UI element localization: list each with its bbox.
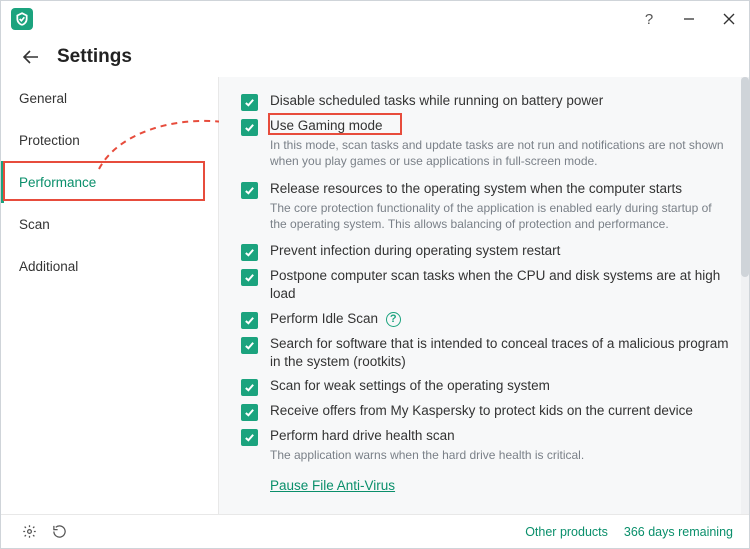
setting-label[interactable]: Release resources to the operating syste…: [270, 180, 735, 198]
setting-row: Receive offers from My Kaspersky to prot…: [241, 399, 735, 424]
setting-row: Release resources to the operating syste…: [241, 177, 735, 240]
sidebar-item-general[interactable]: General: [1, 77, 218, 119]
back-button[interactable]: [17, 43, 45, 71]
help-button[interactable]: ?: [629, 1, 669, 37]
setting-row: Perform hard drive health scan The applic…: [241, 424, 735, 470]
sidebar-item-label: Protection: [19, 133, 80, 148]
help-icon[interactable]: ?: [386, 312, 401, 327]
checkbox-icon[interactable]: [241, 379, 258, 396]
footer: Other products 366 days remaining: [1, 514, 749, 548]
sidebar-item-performance[interactable]: Performance: [1, 161, 218, 203]
sidebar-item-label: Scan: [19, 217, 50, 232]
scrollbar-thumb[interactable]: [741, 77, 749, 277]
setting-label[interactable]: Search for software that is intended to …: [270, 335, 735, 371]
setting-description: In this mode, scan tasks and update task…: [270, 137, 735, 169]
refresh-icon[interactable]: [47, 520, 71, 544]
setting-label[interactable]: Perform hard drive health scan: [270, 427, 735, 445]
sidebar-item-label: Additional: [19, 259, 78, 274]
pause-antivirus-link[interactable]: Pause File Anti-Virus: [241, 470, 735, 493]
checkbox-icon[interactable]: [241, 244, 258, 261]
checkbox-icon[interactable]: [241, 404, 258, 421]
scrollbar[interactable]: [741, 77, 749, 514]
checkbox-icon[interactable]: [241, 429, 258, 446]
app-logo-icon: [11, 8, 33, 30]
checkbox-icon[interactable]: [241, 119, 258, 136]
setting-row: Use Gaming mode In this mode, scan tasks …: [241, 114, 735, 177]
sidebar-item-additional[interactable]: Additional: [1, 245, 218, 287]
checkbox-icon[interactable]: [241, 94, 258, 111]
setting-label[interactable]: Perform Idle Scan ?: [270, 310, 735, 328]
setting-row: Prevent infection during operating syste…: [241, 239, 735, 264]
settings-panel: Disable scheduled tasks while running on…: [219, 77, 741, 514]
checkbox-icon[interactable]: [241, 182, 258, 199]
sidebar-item-scan[interactable]: Scan: [1, 203, 218, 245]
checkbox-icon[interactable]: [241, 312, 258, 329]
sidebar: General Protection Performance Scan Addi…: [1, 77, 219, 514]
setting-row: Disable scheduled tasks while running on…: [241, 89, 735, 114]
setting-label[interactable]: Prevent infection during operating syste…: [270, 242, 735, 260]
settings-gear-icon[interactable]: [17, 520, 41, 544]
titlebar: ?: [1, 1, 749, 37]
sidebar-item-label: Performance: [19, 175, 96, 190]
setting-description: The application warns when the hard driv…: [270, 447, 735, 463]
checkbox-icon[interactable]: [241, 337, 258, 354]
days-remaining: 366 days remaining: [624, 525, 733, 539]
setting-label[interactable]: Receive offers from My Kaspersky to prot…: [270, 402, 735, 420]
other-products-link[interactable]: Other products: [525, 525, 608, 539]
checkbox-icon[interactable]: [241, 269, 258, 286]
setting-row: Perform Idle Scan ?: [241, 307, 735, 332]
header: Settings: [1, 37, 749, 77]
setting-label[interactable]: Disable scheduled tasks while running on…: [270, 92, 735, 110]
sidebar-item-label: General: [19, 91, 67, 106]
setting-label[interactable]: Use Gaming mode: [270, 117, 735, 135]
page-title: Settings: [57, 46, 132, 68]
setting-label[interactable]: Postpone computer scan tasks when the CP…: [270, 267, 735, 303]
setting-row: Search for software that is intended to …: [241, 332, 735, 374]
setting-description: The core protection functionality of the…: [270, 200, 735, 232]
setting-label[interactable]: Scan for weak settings of the operating …: [270, 377, 735, 395]
setting-row: Postpone computer scan tasks when the CP…: [241, 264, 735, 306]
close-button[interactable]: [709, 1, 749, 37]
setting-row: Scan for weak settings of the operating …: [241, 374, 735, 399]
sidebar-item-protection[interactable]: Protection: [1, 119, 218, 161]
minimize-button[interactable]: [669, 1, 709, 37]
